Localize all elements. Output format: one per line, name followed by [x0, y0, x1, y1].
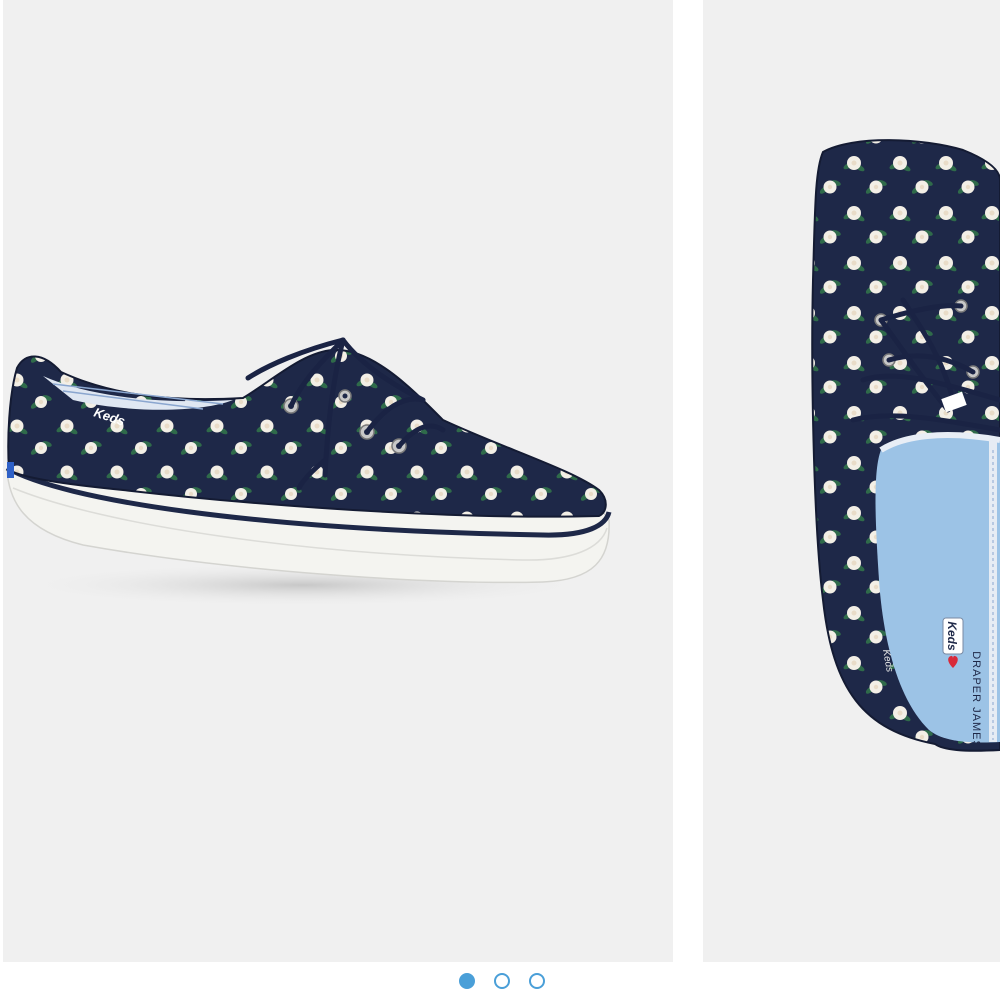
carousel-dot-2[interactable] [494, 973, 510, 989]
product-image-side-view[interactable]: Keds [3, 0, 673, 962]
carousel-dot-1[interactable] [459, 973, 475, 989]
insole-collab-label: DRAPER JAMES [970, 651, 982, 749]
carousel-pagination [0, 962, 1000, 1000]
insole-keds-logo: Keds [945, 621, 959, 651]
product-image-top-view[interactable]: Keds DRAPER JAMES Keds [703, 0, 1000, 962]
carousel-dot-3[interactable] [529, 973, 545, 989]
side-view-sneaker-illustration: Keds [5, 337, 612, 607]
product-image-carousel[interactable]: Keds Keds DRAPER JAMES Keds [0, 0, 1000, 1000]
top-view-sneaker-illustration: Keds DRAPER JAMES Keds [811, 139, 1000, 752]
